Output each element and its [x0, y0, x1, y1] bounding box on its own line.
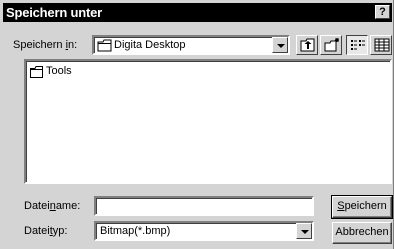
save-in-label-text-end: n: [68, 39, 78, 51]
title-bar[interactable]: Speichern unter ? [3, 3, 392, 22]
cancel-button[interactable]: Abbrechen [332, 222, 392, 244]
filename-input[interactable] [94, 196, 314, 216]
filename-label: Dateiname: [24, 200, 80, 212]
filename-label-text: Datei [24, 200, 50, 212]
filetype-dropdown[interactable]: Bitmap(*.bmp) [94, 221, 314, 241]
details-view-button[interactable] [370, 35, 392, 55]
save-in-label-text: Speichern [13, 39, 66, 51]
new-folder-icon [324, 38, 339, 52]
list-item-label: Tools [46, 65, 72, 77]
list-view-button[interactable] [346, 35, 368, 55]
filetype-label-text: Datei [24, 225, 50, 237]
filetype-value: Bitmap(*.bmp) [100, 225, 171, 237]
folder-icon [30, 66, 43, 78]
save-as-dialog: Speichern unter ? Speichern in: Digita D… [0, 0, 394, 249]
window-title: Speichern unter [6, 5, 102, 20]
up-folder-icon [300, 38, 315, 52]
save-button-label: peichern [344, 200, 387, 212]
desktop-folder-icon [97, 39, 112, 52]
up-one-level-button[interactable] [296, 35, 318, 55]
filename-label-text-end: ame: [55, 200, 81, 212]
help-button[interactable]: ? [375, 5, 390, 19]
filetype-dropdown-button[interactable] [296, 223, 312, 239]
save-button-accel: S [337, 200, 345, 212]
save-in-label: Speichern in: [13, 39, 77, 51]
new-folder-button[interactable] [320, 35, 342, 55]
details-view-icon [374, 38, 390, 52]
filetype-label: Dateityp: [24, 225, 67, 237]
save-in-value: Digita Desktop [114, 39, 186, 51]
save-button[interactable]: Speichern [331, 195, 393, 219]
filetype-label-text-end: yp: [52, 225, 68, 237]
list-view-icon [351, 40, 365, 50]
file-list[interactable]: Tools [24, 59, 392, 184]
save-in-dropdown-button[interactable] [272, 37, 288, 53]
save-in-dropdown[interactable]: Digita Desktop [92, 35, 290, 55]
